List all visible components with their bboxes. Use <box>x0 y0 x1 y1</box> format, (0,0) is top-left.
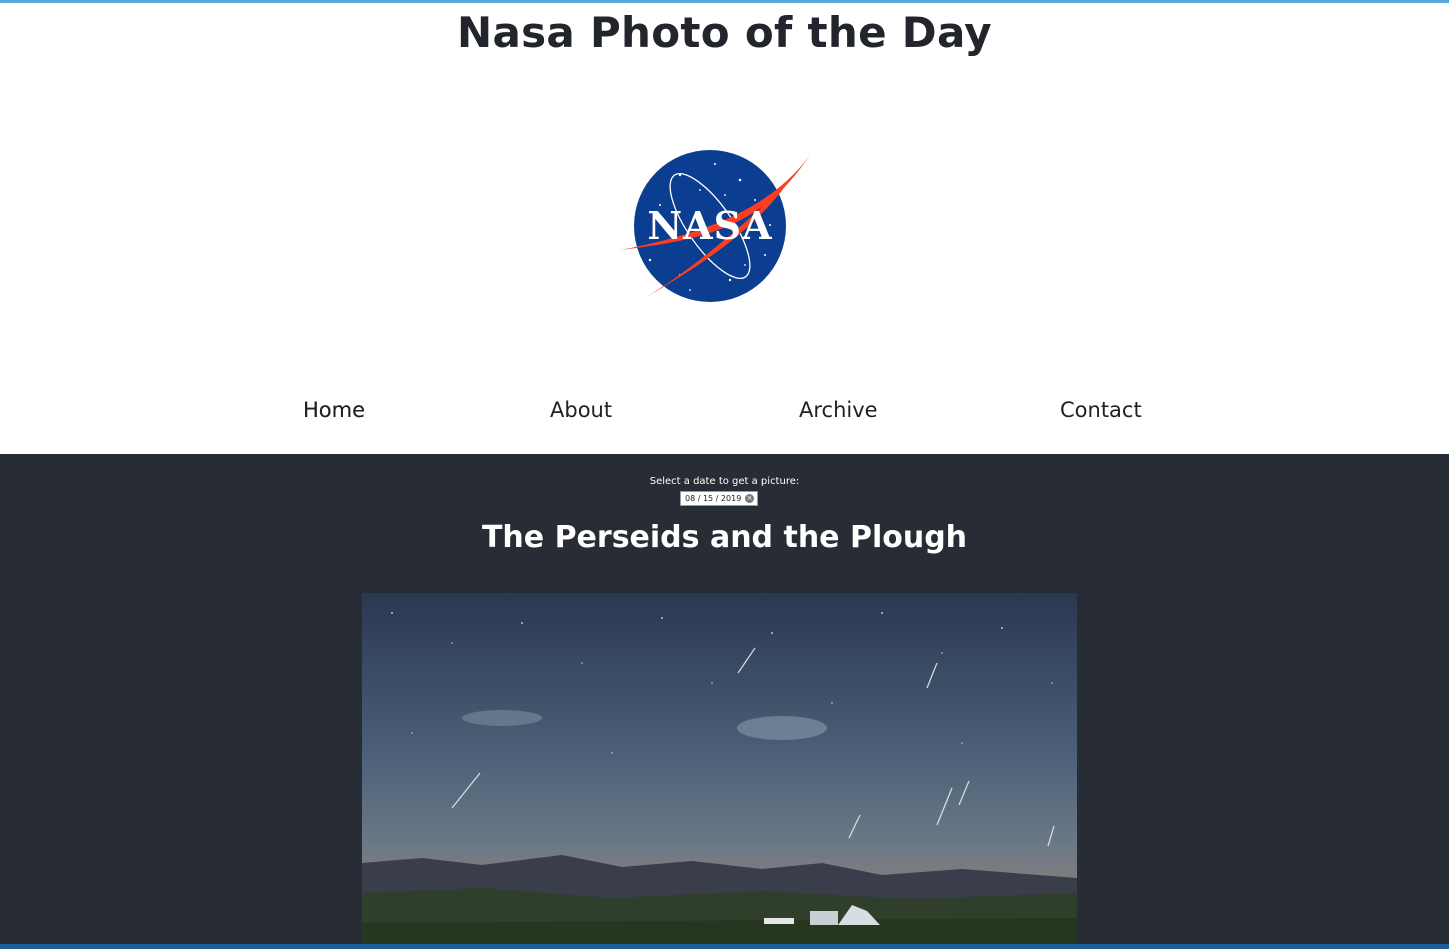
top-border <box>0 0 1449 3</box>
header: Nasa Photo of the Day NASA Home <box>0 0 1449 454</box>
nav-contact-link[interactable]: Contact <box>1060 398 1142 422</box>
date-value: 08 / 15 / 2019 <box>685 494 742 503</box>
apod-image <box>362 593 1077 949</box>
nav-about-link[interactable]: About <box>550 398 612 422</box>
date-prompt: Select a date to get a picture: <box>649 476 800 487</box>
nasa-logo: NASA <box>620 150 810 302</box>
picture-title: The Perseids and the Plough <box>481 520 968 555</box>
page-title: Nasa Photo of the Day <box>457 8 992 57</box>
clear-icon[interactable]: × <box>745 494 754 503</box>
taskbar <box>0 944 1449 949</box>
date-input[interactable]: 08 / 15 / 2019 × <box>680 491 758 506</box>
nav-home-link[interactable]: Home <box>303 398 365 422</box>
nasa-logo-text: NASA <box>647 203 772 248</box>
nav-archive-link[interactable]: Archive <box>799 398 878 422</box>
